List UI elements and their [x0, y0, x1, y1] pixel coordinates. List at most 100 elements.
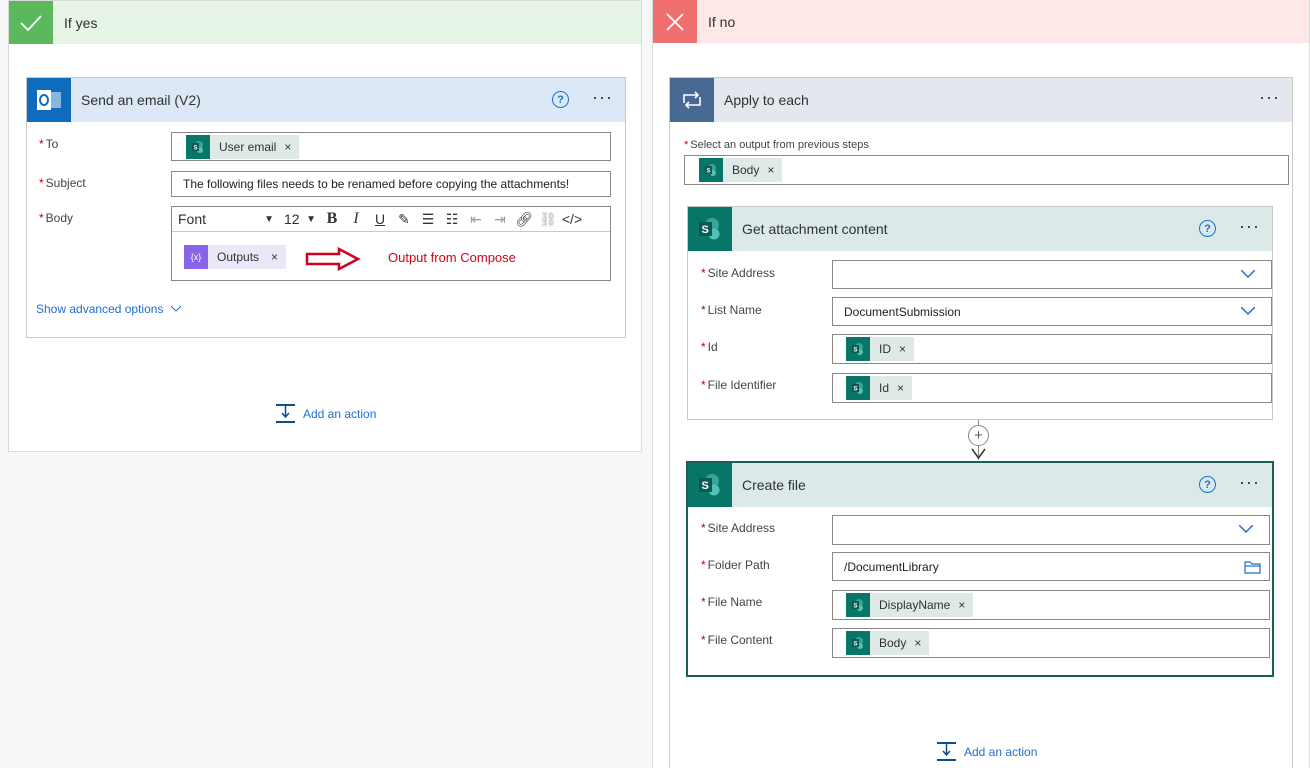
code-view-icon[interactable]: </>: [560, 211, 584, 227]
svg-text:S: S: [702, 480, 709, 492]
outlook-icon: [27, 78, 71, 122]
if-no-header[interactable]: If no: [653, 0, 1309, 43]
body-token[interactable]: S Body ×: [846, 631, 930, 655]
if-no-branch: If no Apply to each ··· * Select an outpu…: [652, 0, 1310, 768]
unlink-icon[interactable]: ⛓︎: [536, 211, 560, 228]
sharepoint-icon: S: [699, 158, 723, 182]
if-yes-title: If yes: [64, 14, 98, 31]
red-arrow-icon: [305, 246, 361, 274]
close-icon: [653, 0, 697, 43]
get-attachment-title: Get attachment content: [742, 221, 888, 237]
subject-label: * Subject: [39, 176, 86, 190]
more-options-icon[interactable]: ···: [1259, 88, 1280, 106]
file-identifier-field[interactable]: S Id ×: [832, 373, 1272, 403]
outputs-token[interactable]: {x} Outputs ×: [184, 245, 287, 269]
select-output-field[interactable]: S Body ×: [684, 155, 1289, 185]
add-action-button[interactable]: Add an action: [275, 403, 376, 424]
link-icon[interactable]: 🔗︎: [512, 211, 536, 228]
create-file-header[interactable]: S Create file ? ···: [688, 463, 1272, 507]
remove-token-icon[interactable]: ×: [271, 250, 278, 264]
site-address-label: * Site Address: [701, 266, 776, 280]
check-icon: [9, 1, 53, 44]
insert-step-icon[interactable]: +: [968, 425, 989, 446]
arrow-down-icon: [971, 448, 986, 460]
create-file-card: S Create file ? ··· * Site Address * Folde…: [686, 461, 1274, 677]
body-label: * Body: [39, 211, 74, 225]
sharepoint-icon: S: [846, 631, 870, 655]
sharepoint-icon: S: [846, 593, 870, 617]
remove-token-icon[interactable]: ×: [767, 163, 774, 177]
more-options-icon[interactable]: ···: [1239, 217, 1260, 235]
help-icon[interactable]: ?: [552, 91, 569, 108]
apply-to-each-header[interactable]: Apply to each ···: [670, 78, 1292, 122]
display-name-token[interactable]: S DisplayName ×: [846, 593, 974, 617]
select-output-label: * Select an output from previous steps: [684, 139, 869, 151]
remove-token-icon[interactable]: ×: [899, 342, 906, 356]
chevron-down-icon: [1239, 525, 1253, 533]
user-email-token[interactable]: S User email ×: [186, 134, 300, 159]
site-address-dropdown[interactable]: [832, 515, 1270, 545]
apply-to-each-card: Apply to each ··· * Select an output from…: [669, 77, 1293, 768]
italic-button[interactable]: I: [344, 210, 368, 228]
highlight-icon[interactable]: ✎: [392, 211, 416, 228]
sharepoint-icon: S: [688, 463, 732, 507]
underline-button[interactable]: U: [368, 211, 392, 227]
bold-button[interactable]: B: [320, 210, 344, 228]
folder-icon[interactable]: [1244, 561, 1261, 574]
body-content: {x} Outputs ×: [184, 245, 287, 269]
apply-to-each-title: Apply to each: [724, 92, 809, 108]
remove-token-icon[interactable]: ×: [914, 636, 921, 650]
remove-token-icon[interactable]: ×: [897, 381, 904, 395]
remove-token-icon[interactable]: ×: [284, 140, 291, 154]
svg-text:S: S: [854, 348, 858, 354]
id-field[interactable]: S ID ×: [832, 334, 1272, 364]
svg-text:S: S: [702, 224, 709, 236]
numbered-list-icon[interactable]: ☷: [440, 211, 464, 228]
list-name-label: * List Name: [701, 303, 762, 317]
remove-token-icon[interactable]: ×: [958, 598, 965, 612]
folder-path-field[interactable]: /DocumentLibrary: [832, 552, 1270, 581]
file-content-field[interactable]: S Body ×: [832, 628, 1270, 658]
help-icon[interactable]: ?: [1199, 476, 1216, 493]
file-name-label: * File Name: [701, 595, 763, 609]
site-address-dropdown[interactable]: [832, 260, 1272, 289]
add-action-icon: [276, 404, 295, 423]
compose-icon: {x}: [184, 245, 208, 269]
if-yes-header[interactable]: If yes: [9, 1, 641, 44]
sharepoint-icon: S: [186, 134, 210, 159]
get-attachment-card: S Get attachment content ? ··· * Site Add…: [687, 206, 1273, 420]
file-name-field[interactable]: S DisplayName ×: [832, 590, 1270, 620]
loop-icon: [670, 78, 714, 122]
to-label: * To: [39, 137, 59, 151]
list-name-dropdown[interactable]: DocumentSubmission: [832, 297, 1272, 326]
to-field[interactable]: S User email ×: [171, 132, 611, 161]
if-yes-branch: If yes Send an email (V2) ? ··· * To S Us…: [8, 0, 642, 452]
chevron-down-icon: [171, 306, 182, 312]
svg-text:S: S: [194, 145, 198, 151]
chevron-down-icon: [1241, 270, 1255, 278]
sharepoint-icon: S: [688, 207, 732, 251]
more-options-icon[interactable]: ···: [592, 88, 613, 106]
file-content-label: * File Content: [701, 633, 773, 647]
help-icon[interactable]: ?: [1199, 220, 1216, 237]
add-action-button[interactable]: Add an action: [936, 741, 1037, 762]
show-advanced-options[interactable]: Show advanced options: [36, 302, 182, 316]
increase-indent-icon[interactable]: ⇥: [488, 211, 512, 228]
get-attachment-header[interactable]: S Get attachment content ? ···: [688, 207, 1272, 251]
font-size-dropdown[interactable]: 12 ▼: [280, 211, 320, 227]
decrease-indent-icon[interactable]: ⇤: [464, 211, 488, 228]
font-dropdown[interactable]: Font ▼: [172, 211, 280, 227]
file-id-token[interactable]: S Id ×: [846, 376, 913, 400]
site-address-label: * Site Address: [701, 521, 776, 535]
send-email-title: Send an email (V2): [81, 92, 201, 108]
id-token[interactable]: S ID ×: [846, 337, 915, 361]
file-identifier-label: * File Identifier: [701, 378, 777, 392]
add-action-icon: [937, 742, 956, 761]
send-email-header[interactable]: Send an email (V2) ? ···: [27, 78, 625, 122]
subject-field[interactable]: The following files needs to be renamed …: [171, 171, 611, 197]
bullet-list-icon[interactable]: ☰: [416, 211, 440, 228]
more-options-icon[interactable]: ···: [1239, 473, 1260, 491]
svg-text:S: S: [707, 169, 711, 175]
body-token[interactable]: S Body ×: [699, 158, 783, 182]
body-editor[interactable]: Font ▼ 12 ▼ B I U ✎ ☰ ☷ ⇤ ⇥ 🔗︎ ⛓︎ </> {x} …: [171, 206, 611, 281]
